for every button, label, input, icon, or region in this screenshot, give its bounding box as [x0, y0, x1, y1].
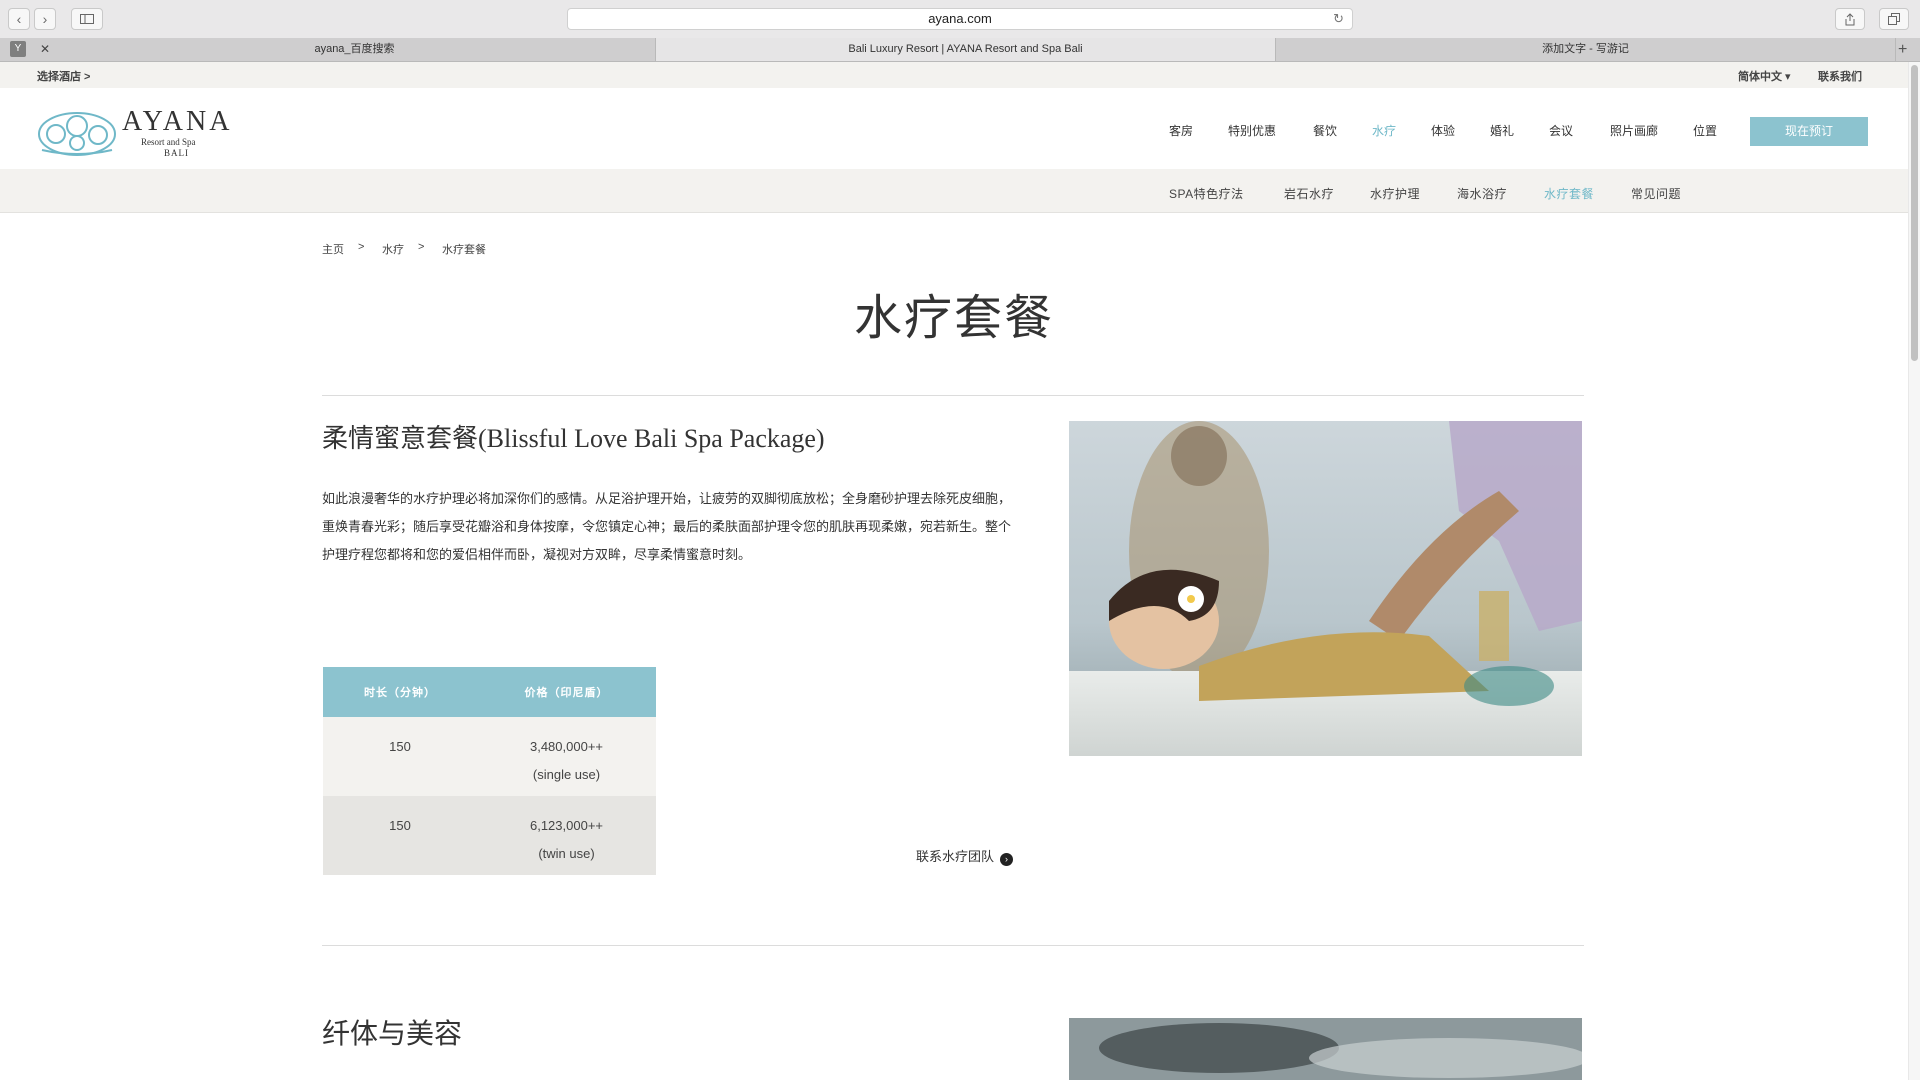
logo-subtitle: Resort and Spa	[141, 137, 196, 147]
share-button[interactable]	[1835, 8, 1865, 30]
select-hotel-link[interactable]: 选择酒店 >	[37, 68, 90, 84]
price-note: (single use)	[532, 767, 601, 782]
scrollbar-thumb[interactable]	[1911, 65, 1918, 361]
tab-travel-notes[interactable]: 添加文字 - 写游记	[1276, 38, 1896, 61]
wellness-image	[1069, 1018, 1582, 1080]
price-note: (twin use)	[538, 846, 595, 861]
subnav-packages[interactable]: 水疗套餐	[1544, 185, 1594, 202]
tab-close-icon[interactable]: ✕	[40, 38, 50, 61]
price-cell: 3,480,000++ (single use)	[477, 717, 656, 796]
chevron-right-icon: ›	[42, 11, 48, 27]
breadcrumb-current: 水疗套餐	[442, 244, 486, 256]
package-title: 柔情蜜意套餐(Blissful Love Bali Spa Package)	[322, 424, 825, 453]
duration-cell: 150	[323, 796, 477, 875]
subnav-rock-spa[interactable]: 岩石水疗	[1284, 185, 1334, 202]
subnav-faq[interactable]: 常见问题	[1631, 185, 1681, 202]
contact-link-label: 联系水疗团队	[916, 849, 995, 864]
chevron-left-icon: ‹	[16, 11, 22, 27]
next-section-photo	[1069, 1018, 1582, 1080]
logo-emblem-icon	[38, 112, 116, 156]
nav-gallery[interactable]: 照片画廊	[1610, 122, 1658, 139]
next-section-title: 纤体与美容	[322, 1018, 463, 1049]
ayana-logo[interactable]: AYANA Resort and Spa BALI	[36, 106, 246, 158]
section-divider	[322, 945, 1584, 946]
utility-bar: 选择酒店 > 简体中文 ▾ 联系我们	[0, 62, 1908, 88]
breadcrumb-separator: >	[358, 241, 365, 253]
subnav-signature[interactable]: SPA特色疗法	[1169, 185, 1244, 202]
sidebar-icon	[80, 14, 94, 24]
package-description: 如此浪漫奢华的水疗护理必将加深你们的感情。从足浴护理开始，让疲劳的双脚彻底放松；…	[322, 491, 1012, 562]
duration-cell: 150	[323, 717, 477, 796]
url-text: ayana.com	[928, 11, 992, 26]
contact-spa-team-link[interactable]: 联系水疗团队 ›	[916, 846, 1014, 866]
price-value: 3,480,000++	[529, 739, 604, 754]
tab-label: ayana_百度搜索	[314, 43, 395, 55]
contact-us-link[interactable]: 联系我们	[1818, 68, 1862, 84]
tab-favicon: Y	[10, 41, 26, 57]
forward-button[interactable]: ›	[34, 8, 56, 30]
breadcrumb-home[interactable]: 主页	[322, 241, 344, 257]
table-row: 150 6,123,000++ (twin use)	[323, 796, 656, 875]
subnav-treatments[interactable]: 水疗护理	[1370, 185, 1420, 202]
nav-dining[interactable]: 餐饮	[1313, 122, 1337, 139]
browser-toolbar: ‹ › ayana.com ↻	[0, 0, 1920, 39]
spa-couple-image	[1069, 421, 1582, 756]
reload-icon[interactable]: ↻	[1333, 9, 1344, 29]
tabs-icon	[1888, 13, 1900, 25]
tab-bar: ayana_百度搜索 Bali Luxury Resort | AYANA Re…	[0, 38, 1920, 62]
nav-offers[interactable]: 特别优惠	[1228, 122, 1276, 139]
logo-location: BALI	[164, 148, 189, 158]
breadcrumb-separator: >	[418, 241, 425, 253]
arrow-circle-icon: ›	[1000, 853, 1014, 866]
language-selector[interactable]: 简体中文 ▾	[1738, 68, 1791, 84]
page-title: 水疗套餐	[853, 292, 1054, 345]
nav-rooms[interactable]: 客房	[1169, 122, 1193, 139]
table-row: 150 3,480,000++ (single use)	[323, 717, 656, 796]
price-table: 时长（分钟） 价格（印尼盾） 150 3,480,000++ (single u…	[323, 667, 656, 875]
package-photo	[1069, 421, 1582, 756]
share-icon	[1845, 12, 1855, 25]
price-cell: 6,123,000++ (twin use)	[477, 796, 656, 875]
price-value: 6,123,000++	[529, 818, 604, 833]
section-divider	[322, 395, 1584, 396]
table-header-row: 时长（分钟） 价格（印尼盾）	[323, 667, 656, 717]
breadcrumb-spa[interactable]: 水疗	[382, 241, 404, 257]
tab-label: Bali Luxury Resort | AYANA Resort and Sp…	[848, 43, 1083, 55]
price-header: 价格（印尼盾）	[477, 667, 656, 717]
book-now-button[interactable]: 现在预订	[1750, 117, 1868, 146]
site-header: AYANA Resort and Spa BALI 客房 特别优惠 餐饮 水疗 …	[0, 88, 1908, 169]
nav-spa[interactable]: 水疗	[1372, 122, 1396, 139]
address-bar[interactable]: ayana.com ↻	[567, 8, 1353, 30]
nav-meetings[interactable]: 会议	[1549, 122, 1573, 139]
page-scrollbar[interactable]	[1908, 62, 1920, 1080]
nav-location[interactable]: 位置	[1693, 122, 1717, 139]
tab-ayana[interactable]: Bali Luxury Resort | AYANA Resort and Sp…	[656, 38, 1276, 61]
back-button[interactable]: ‹	[8, 8, 30, 30]
sidebar-button[interactable]	[71, 8, 103, 30]
logo-name: AYANA	[122, 106, 233, 137]
tab-baidu[interactable]: ayana_百度搜索	[54, 38, 656, 61]
nav-experiences[interactable]: 体验	[1431, 122, 1455, 139]
tabs-button[interactable]	[1879, 8, 1909, 30]
nav-weddings[interactable]: 婚礼	[1490, 122, 1514, 139]
subnav-thalasso[interactable]: 海水浴疗	[1457, 185, 1507, 202]
duration-header: 时长（分钟）	[323, 667, 477, 717]
spa-subnav: SPA特色疗法 岩石水疗 水疗护理 海水浴疗 水疗套餐 常见问题	[0, 169, 1908, 213]
tab-label: 添加文字 - 写游记	[1542, 43, 1629, 55]
new-tab-icon[interactable]: +	[1898, 38, 1907, 61]
